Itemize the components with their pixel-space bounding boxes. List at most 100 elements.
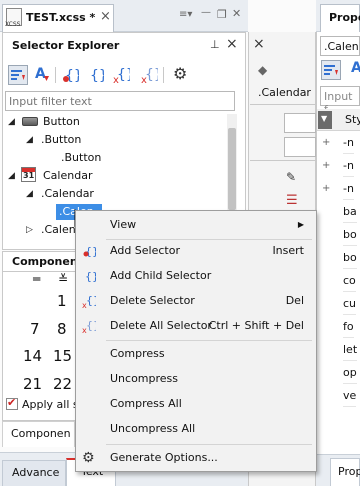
editor-tab-close-icon[interactable]: ×	[100, 9, 111, 24]
menu-item-compress-label: Compress	[110, 347, 165, 360]
tree-item-calendar[interactable]: Calendar	[43, 167, 92, 185]
expand-triangle-icon[interactable]: ◢	[8, 117, 15, 127]
properties-filter-input[interactable]: Input f	[320, 86, 360, 116]
minimize-icon[interactable]: —	[201, 7, 211, 18]
collapsed-triangle-icon[interactable]: ▷	[26, 225, 33, 235]
properties-header-dropdown[interactable]: ▼	[318, 111, 332, 129]
maximize-icon[interactable]: ❐	[217, 8, 227, 21]
delete-all-selector-toolbar-button[interactable]: {}x	[139, 65, 163, 86]
property-row[interactable]: cu	[343, 292, 357, 315]
tree-item-button-class[interactable]: .Button	[41, 131, 81, 149]
properties-collapse-button[interactable]	[321, 60, 341, 80]
menu-item-compress-all-label: Compress All	[110, 397, 182, 410]
pencil-icon[interactable]: ✎	[286, 170, 296, 184]
menu-item-add-selector-shortcut: Insert	[272, 244, 304, 257]
expand-plus-icon[interactable]: +	[322, 183, 330, 194]
svg-text:{}: {}	[86, 294, 96, 307]
middle-input-1[interactable]	[284, 113, 316, 133]
menu-item-uncompress[interactable]: Uncompress	[76, 367, 316, 391]
pin-icon[interactable]: ⊥	[210, 38, 220, 51]
lines-icon[interactable]: ☰	[286, 193, 298, 208]
generate-options-toolbar-button[interactable]: ⚙	[170, 64, 190, 85]
delete-selector-toolbar-button[interactable]: {}x	[111, 65, 135, 86]
close-window-icon[interactable]: ✕	[232, 7, 241, 20]
menu-item-delete-all-selector-shortcut: Ctrl + Shift + Del	[208, 319, 304, 332]
properties-tab[interactable]: Prope	[320, 4, 360, 32]
delete-all-selector-icon: {}x	[141, 67, 163, 86]
expand-triangle-icon[interactable]: ◢	[26, 135, 33, 145]
calendar-day: 7	[30, 320, 40, 338]
menu-separator	[106, 444, 312, 445]
component-bottom-tab[interactable]: Componen	[3, 422, 75, 447]
property-row[interactable]: bo	[343, 246, 357, 269]
gear-icon: ⚙	[82, 450, 95, 466]
collapse-all-icon	[324, 65, 338, 75]
menu-item-uncompress-all[interactable]: Uncompress All	[76, 417, 316, 441]
panel-close-icon[interactable]: ×	[226, 36, 238, 52]
chevron-down-icon: ▼	[321, 114, 328, 123]
menu-item-uncompress-all-label: Uncompress All	[110, 422, 196, 435]
tree-item-button[interactable]: Button	[43, 113, 80, 131]
selector-filter-input[interactable]	[5, 91, 235, 111]
collapse-all-button[interactable]	[8, 65, 28, 85]
add-child-selector-icon: {}	[85, 270, 96, 283]
check-icon: ✔	[7, 396, 17, 409]
property-row[interactable]: -n	[343, 177, 354, 200]
property-row[interactable]: co	[343, 269, 356, 292]
property-row[interactable]: -n	[343, 131, 354, 154]
menu-item-view[interactable]: View ▶	[76, 213, 316, 237]
menu-item-delete-selector-shortcut: Del	[285, 294, 304, 307]
calendar-icon-number: 31	[23, 171, 35, 180]
property-row[interactable]: let	[343, 338, 358, 361]
property-row[interactable]: op	[343, 361, 357, 384]
add-selector-toolbar-button[interactable]: {}	[60, 65, 83, 85]
add-selector-icon: {}	[63, 68, 83, 84]
component-panel-title: Componen	[12, 255, 78, 268]
middle-input-2[interactable]	[284, 137, 316, 157]
property-row[interactable]: ba	[343, 200, 357, 223]
menu-item-uncompress-label: Uncompress	[110, 372, 179, 385]
properties-selector-field[interactable]: .Calen	[320, 36, 360, 56]
tree-item-button-class-child[interactable]: .Button	[61, 149, 101, 167]
expand-plus-icon[interactable]: +	[322, 137, 330, 148]
middle-panel-label: .Calendar	[258, 86, 311, 99]
sort-az-button[interactable]: A	[31, 65, 51, 85]
panel-close-icon[interactable]: ×	[253, 36, 265, 52]
tree-item-calendar-class[interactable]: .Calendar	[41, 185, 94, 203]
expand-plus-icon[interactable]: +	[322, 160, 330, 171]
property-row[interactable]: ve	[343, 384, 357, 407]
editor-tab-title: TEST.xcss *	[26, 11, 96, 24]
property-row[interactable]: -n	[343, 154, 354, 177]
submenu-arrow-icon: ▶	[297, 220, 304, 229]
svg-text:x: x	[141, 75, 147, 84]
properties-bottom-tab[interactable]: Prop	[330, 458, 360, 486]
middle-divider	[250, 104, 316, 105]
menu-item-generate-options[interactable]: ⚙ Generate Options...	[76, 446, 316, 470]
editor-tab-test-xcss[interactable]: XCSS TEST.xcss * ×	[2, 4, 114, 32]
calendar-day: 22	[53, 375, 73, 393]
menu-item-add-selector[interactable]: {} Add Selector Insert	[76, 239, 316, 263]
menu-item-delete-all-selector[interactable]: {}x Delete All Selector Ctrl + Shift + D…	[76, 314, 316, 338]
property-row[interactable]: fo	[343, 315, 354, 338]
expand-triangle-icon[interactable]: ◢	[8, 171, 15, 181]
calendar-day: 15	[53, 347, 73, 365]
menu-item-delete-selector[interactable]: {}x Delete Selector Del	[76, 289, 316, 313]
menu-item-add-child-selector[interactable]: {} Add Child Selector	[76, 264, 316, 288]
svg-text:{}: {}	[117, 67, 130, 83]
gear-icon: ⚙	[173, 64, 188, 83]
add-child-selector-toolbar-button[interactable]: {}	[85, 65, 108, 85]
expand-triangle-icon[interactable]: ◢	[26, 189, 33, 199]
apply-all-checkbox[interactable]: ✔	[6, 396, 18, 410]
view-menu-icon[interactable]: ≡▾	[179, 9, 192, 20]
tab-advance[interactable]: Advance	[2, 460, 66, 486]
property-row[interactable]: bo	[343, 223, 357, 246]
tree-item-calendar-collapsed[interactable]: .Calen	[41, 221, 76, 239]
menu-item-compress-all[interactable]: Compress All	[76, 392, 316, 416]
tree-scrollbar-thumb[interactable]	[228, 128, 236, 210]
button-icon	[22, 117, 38, 126]
add-selector-icon: {}	[83, 245, 96, 258]
menu-item-compress[interactable]: Compress	[76, 342, 316, 366]
collapse-all-icon	[11, 70, 25, 80]
svg-text:x: x	[82, 301, 87, 308]
properties-sort-icon[interactable]: A	[351, 60, 360, 76]
